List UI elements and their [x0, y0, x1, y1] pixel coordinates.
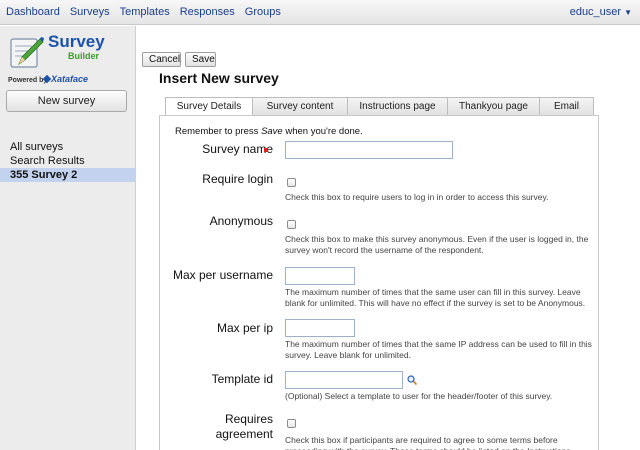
tab-instructions-page[interactable]: Instructions page	[347, 97, 448, 115]
sidebar-item-search-results[interactable]: Search Results	[0, 154, 136, 168]
form-toolbar: Cancel Save	[137, 26, 640, 68]
page-title: Insert New survey	[159, 70, 279, 86]
requires-agreement-label-line1: Requires	[224, 412, 273, 426]
template-id-label: Template id	[211, 372, 273, 386]
search-icon[interactable]	[407, 375, 417, 385]
main-content: Cancel Save Insert New survey Survey Det…	[137, 26, 640, 450]
require-login-checkbox[interactable]	[287, 178, 296, 187]
max-per-ip-help: The maximum number of times that the sam…	[285, 339, 592, 360]
save-button[interactable]: Save	[185, 52, 216, 67]
template-id-help: (Optional) Select a template to user for…	[285, 391, 553, 401]
max-per-username-label: Max per username	[172, 268, 273, 282]
tab-survey-content[interactable]: Survey content	[252, 97, 348, 115]
max-per-username-help: The maximum number of times that the sam…	[285, 287, 586, 308]
username: educ_user	[569, 6, 622, 18]
max-per-username-input[interactable]	[285, 267, 355, 285]
survey-name-label: Survey name	[202, 142, 273, 156]
user-menu[interactable]: educ_user ▼	[570, 6, 632, 18]
reminder-emphasis: Save	[261, 126, 283, 137]
powered-by-text: Powered by	[8, 77, 48, 84]
xataface-brand: Xataface	[51, 74, 89, 84]
requires-agreement-label: Requires agreement	[160, 412, 273, 442]
tab-thankyou-page[interactable]: Thankyou page	[447, 97, 540, 115]
logo-text-survey: Survey	[48, 32, 105, 51]
reminder-text-end: when you're done.	[282, 126, 363, 137]
required-marker	[264, 148, 268, 152]
new-survey-button[interactable]: New survey	[6, 90, 127, 112]
tab-email[interactable]: Email	[539, 97, 594, 115]
cancel-button[interactable]: Cancel	[142, 52, 181, 67]
template-id-input[interactable]	[285, 371, 403, 389]
main-nav: Dashboard Surveys Templates Responses Gr…	[6, 6, 291, 18]
anonymous-checkbox[interactable]	[287, 220, 296, 229]
nav-dashboard[interactable]: Dashboard	[6, 6, 60, 18]
nav-responses[interactable]: Responses	[180, 6, 235, 18]
pencil-icon	[10, 37, 44, 68]
requires-agreement-checkbox[interactable]	[287, 419, 296, 428]
survey-builder-logo[interactable]: Survey Builder Powered by Xataface	[8, 31, 132, 87]
require-login-help: Check this box to require users to log i…	[285, 192, 549, 202]
max-per-ip-input[interactable]	[285, 319, 355, 337]
sidebar-item-current-survey[interactable]: 355 Survey 2	[0, 168, 136, 182]
sidebar-item-all-surveys[interactable]: All surveys	[0, 140, 136, 154]
survey-name-input[interactable]	[285, 141, 453, 159]
top-nav-bar: Dashboard Surveys Templates Responses Gr…	[0, 0, 640, 25]
chevron-down-icon: ▼	[624, 8, 632, 17]
nav-templates[interactable]: Templates	[120, 6, 170, 18]
anonymous-label: Anonymous	[209, 214, 273, 228]
form-tabs: Survey Details Survey content Instructio…	[165, 97, 594, 116]
require-login-label: Require login	[202, 172, 273, 186]
survey-details-form: Remember to press Save when you're done.…	[159, 115, 599, 450]
requires-agreement-help: Check this box if participants are requi…	[285, 435, 571, 450]
nav-surveys[interactable]: Surveys	[70, 6, 110, 18]
requires-agreement-label-line2: agreement	[215, 427, 273, 441]
logo-text-builder: Builder	[68, 51, 100, 61]
reminder-text: Remember to press	[175, 126, 262, 137]
nav-groups[interactable]: Groups	[245, 6, 281, 18]
max-per-ip-label: Max per ip	[216, 321, 273, 335]
save-reminder: Remember to press Save when you're done.	[175, 126, 363, 137]
tab-survey-details[interactable]: Survey Details	[165, 97, 253, 116]
sidebar: Survey Builder Powered by Xataface New s…	[0, 26, 136, 450]
sidebar-list: All surveys Search Results 355 Survey 2	[0, 140, 136, 182]
anonymous-help: Check this box to make this survey anony…	[285, 234, 589, 255]
